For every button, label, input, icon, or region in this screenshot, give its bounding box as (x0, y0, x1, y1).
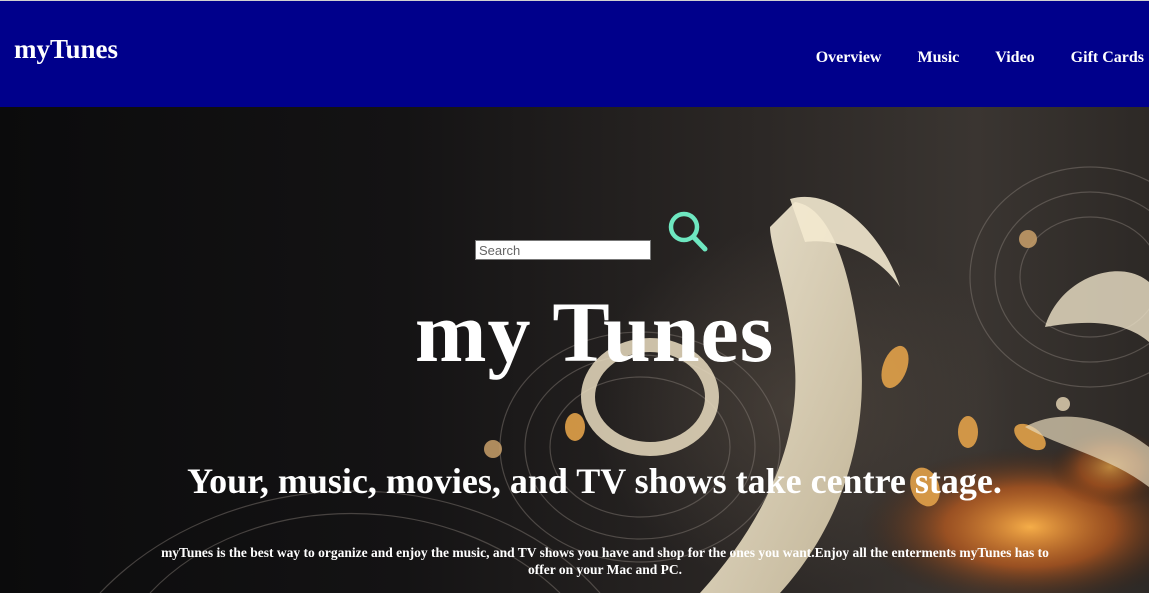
nav-video[interactable]: Video (995, 47, 1034, 69)
search-icon (668, 211, 708, 252)
search-button[interactable] (665, 209, 709, 253)
hero-description: myTunes is the best way to organize and … (161, 545, 1049, 577)
hero-title: my Tunes (414, 284, 775, 380)
nav-gift-cards[interactable]: Gift Cards (1071, 47, 1144, 69)
nav-music[interactable]: Music (917, 47, 959, 69)
nav-overview[interactable]: Overview (816, 47, 882, 69)
search-bar (475, 240, 651, 260)
site-header: myTunes Overview Music Video Gift Cards (0, 0, 1149, 107)
main-nav: Overview Music Video Gift Cards (780, 47, 1144, 69)
site-logo[interactable]: myTunes (14, 31, 118, 67)
hero-section: my Tunes Your, music, movies, and TV sho… (0, 107, 1149, 593)
hero-tagline: Your, music, movies, and TV shows take c… (187, 461, 1002, 501)
search-input[interactable] (475, 240, 651, 260)
